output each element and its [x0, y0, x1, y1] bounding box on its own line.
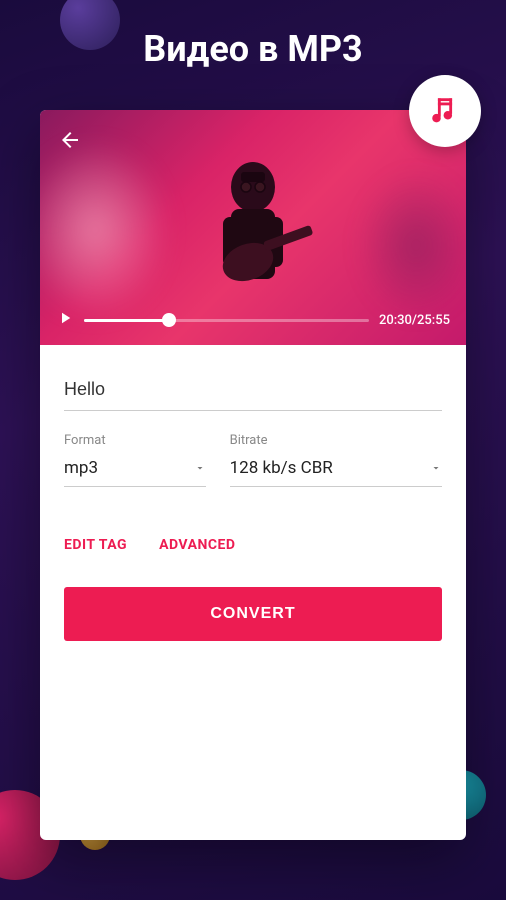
converter-card: 20:30/25:55 Format mp3 Bitrate 128 kb/s … [40, 110, 466, 840]
format-field: Format mp3 [64, 433, 206, 487]
progress-fill [84, 319, 169, 322]
bitrate-field: Bitrate 128 kb/s CBR [230, 433, 442, 487]
progress-bar[interactable] [84, 319, 369, 322]
format-label: Format [64, 433, 206, 448]
play-icon [56, 309, 74, 327]
title-input[interactable] [64, 373, 442, 411]
bitrate-value: 128 kb/s CBR [230, 458, 333, 478]
convert-button[interactable]: CONVERT [64, 587, 442, 641]
format-value: mp3 [64, 458, 98, 478]
format-select[interactable]: mp3 [64, 452, 206, 487]
time-display: 20:30/25:55 [379, 313, 450, 328]
music-fab[interactable] [409, 75, 481, 147]
video-preview: 20:30/25:55 [40, 110, 466, 345]
progress-thumb[interactable] [162, 313, 176, 327]
play-button[interactable] [56, 309, 74, 331]
text-actions: EDIT TAG ADVANCED [64, 537, 442, 553]
video-controls: 20:30/25:55 [56, 309, 450, 331]
arrow-left-icon [58, 128, 82, 152]
edit-tag-button[interactable]: EDIT TAG [64, 537, 127, 553]
back-button[interactable] [58, 128, 82, 158]
video-bg-effect [40, 140, 170, 320]
bitrate-select[interactable]: 128 kb/s CBR [230, 452, 442, 487]
music-note-icon [428, 94, 462, 128]
bitrate-label: Bitrate [230, 433, 442, 448]
musician-image [183, 147, 323, 317]
advanced-button[interactable]: ADVANCED [159, 537, 235, 553]
video-bg-effect [356, 170, 466, 320]
form-area: Format mp3 Bitrate 128 kb/s CBR EDIT TAG… [40, 345, 466, 665]
chevron-down-icon [194, 462, 206, 474]
chevron-down-icon [430, 462, 442, 474]
